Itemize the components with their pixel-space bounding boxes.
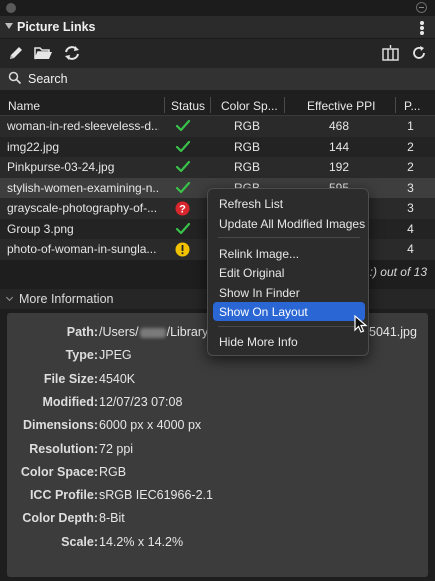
info-row: ICC Profile: sRGB IEC61966-2.1	[7, 488, 428, 506]
info-label: Path:	[66, 325, 98, 339]
info-value: sRGB IEC61966-2.1	[99, 488, 213, 503]
info-row: Color Depth: 8-Bit	[7, 511, 428, 529]
cell-name: img22.jpg	[7, 139, 60, 154]
checkmark-icon	[175, 119, 201, 134]
menu-item-edit-original[interactable]: Edit Original	[213, 263, 365, 282]
pointer-cursor-icon	[354, 314, 368, 336]
cell-page: 3	[407, 201, 414, 215]
info-value: 72 ppi	[99, 441, 134, 456]
link-count: :) out of 13	[369, 265, 427, 279]
info-label: File Size:	[43, 371, 98, 386]
cell-name: stylish-women-examining-n...	[7, 180, 159, 195]
cell-page: 4	[407, 242, 414, 256]
column-header-page[interactable]: P...	[404, 99, 430, 113]
info-label: Modified:	[42, 394, 98, 409]
cell-name: photo-of-woman-in-sungla...	[7, 242, 157, 256]
table-header: Name Status Color Sp... Effective PPI P.…	[0, 94, 435, 116]
checkmark-icon	[175, 222, 201, 237]
menu-item-hide-more-info[interactable]: Hide More Info	[213, 332, 365, 351]
checkmark-icon	[175, 160, 201, 175]
cell-color-space: RGB	[233, 119, 260, 133]
warning-icon	[175, 242, 201, 257]
panel-header: Picture Links	[0, 16, 435, 39]
search-input[interactable]	[28, 70, 423, 88]
toolbar	[0, 39, 435, 68]
column-header-color-space[interactable]: Color Sp...	[221, 99, 279, 113]
more-info-title: More Information	[19, 292, 114, 306]
cell-page: 3	[407, 180, 414, 195]
info-label: ICC Profile:	[29, 488, 98, 503]
cell-page: 1	[407, 119, 414, 133]
info-label: Scale:	[61, 534, 98, 549]
cell-name: grayscale-photography-of-...	[7, 201, 158, 215]
svg-text:?: ?	[179, 204, 186, 216]
window-close-dot[interactable]	[6, 3, 16, 13]
menu-divider	[218, 237, 360, 238]
more-options-icon[interactable]	[417, 20, 427, 35]
menu-divider	[218, 326, 360, 327]
menu-item-relink-image[interactable]: Relink Image...	[213, 244, 365, 263]
menu-item-update-all[interactable]: Update All Modified Images	[213, 214, 365, 233]
info-label: Color Depth:	[22, 511, 98, 526]
info-value-path-end: 5041.jpg	[369, 325, 417, 339]
cell-name: Group 3.png	[7, 221, 74, 236]
info-row: Dimensions: 6000 px x 4000 px	[7, 418, 428, 436]
missing-link-icon: ?	[175, 201, 201, 216]
context-menu: Refresh List Update All Modified Images …	[207, 188, 369, 356]
cell-effective-ppi: 468	[328, 119, 350, 133]
chevron-down-icon	[5, 293, 14, 302]
info-value: 6000 px x 4000 px	[99, 418, 202, 433]
table-row[interactable]: Pinkpurse-03-24.jpg RGB 192 2	[0, 157, 435, 178]
cell-effective-ppi: 144	[328, 139, 350, 154]
table-row[interactable]: img22.jpg RGB 144 2	[0, 136, 435, 157]
cell-name: Pinkpurse-03-24.jpg	[7, 160, 115, 174]
info-row: Color Space: RGB	[7, 465, 428, 483]
info-value: RGB	[99, 464, 127, 479]
column-header-status[interactable]: Status	[171, 99, 205, 113]
info-label: Resolution:	[29, 441, 98, 456]
cell-page: 2	[407, 139, 414, 154]
cell-page: 4	[407, 221, 414, 236]
cell-name: woman-in-red-sleeveless-d...	[7, 119, 159, 133]
info-row: Modified: 12/07/23 07:08	[7, 395, 428, 413]
collapse-icon[interactable]	[416, 2, 427, 13]
menu-item-show-in-finder[interactable]: Show In Finder	[213, 283, 365, 302]
folder-icon[interactable]	[33, 44, 53, 62]
info-value: 14.2% x 14.2%	[99, 534, 184, 549]
chevron-down-icon[interactable]	[5, 23, 13, 29]
checkmark-icon	[175, 181, 201, 196]
columns-icon[interactable]	[381, 44, 401, 62]
info-value: 8-Bit	[99, 511, 125, 526]
refresh-icon[interactable]	[410, 44, 430, 62]
search-bar	[0, 68, 435, 90]
pencil-icon[interactable]	[7, 44, 27, 62]
redacted-username	[139, 327, 166, 338]
cell-effective-ppi: 192	[328, 160, 350, 174]
info-value: 12/07/23 07:08	[99, 394, 183, 409]
search-icon	[8, 71, 22, 88]
info-value: JPEG	[99, 348, 132, 363]
info-row: Resolution: 72 ppi	[7, 442, 428, 460]
info-row: Scale: 14.2% x 14.2%	[7, 535, 428, 553]
panel-title: Picture Links	[17, 20, 96, 34]
window-titlebar	[0, 0, 435, 16]
cell-page: 2	[407, 160, 414, 174]
relink-icon[interactable]	[62, 44, 82, 62]
cell-color-space: RGB	[233, 139, 260, 154]
menu-item-refresh-list[interactable]: Refresh List	[213, 194, 365, 213]
cell-color-space: RGB	[233, 160, 260, 174]
info-label: Dimensions:	[22, 418, 98, 433]
column-header-name[interactable]: Name	[8, 99, 40, 113]
table-row[interactable]: woman-in-red-sleeveless-d... RGB 468 1	[0, 116, 435, 137]
checkmark-icon	[175, 140, 201, 155]
info-value: 4540K	[99, 371, 136, 386]
column-header-effective-ppi[interactable]: Effective PPI	[307, 99, 375, 113]
info-label: Color Space:	[20, 464, 98, 479]
menu-item-show-on-layout[interactable]: Show On Layout	[213, 302, 365, 321]
info-row: File Size: 4540K	[7, 372, 428, 390]
info-label: Type:	[65, 348, 98, 363]
